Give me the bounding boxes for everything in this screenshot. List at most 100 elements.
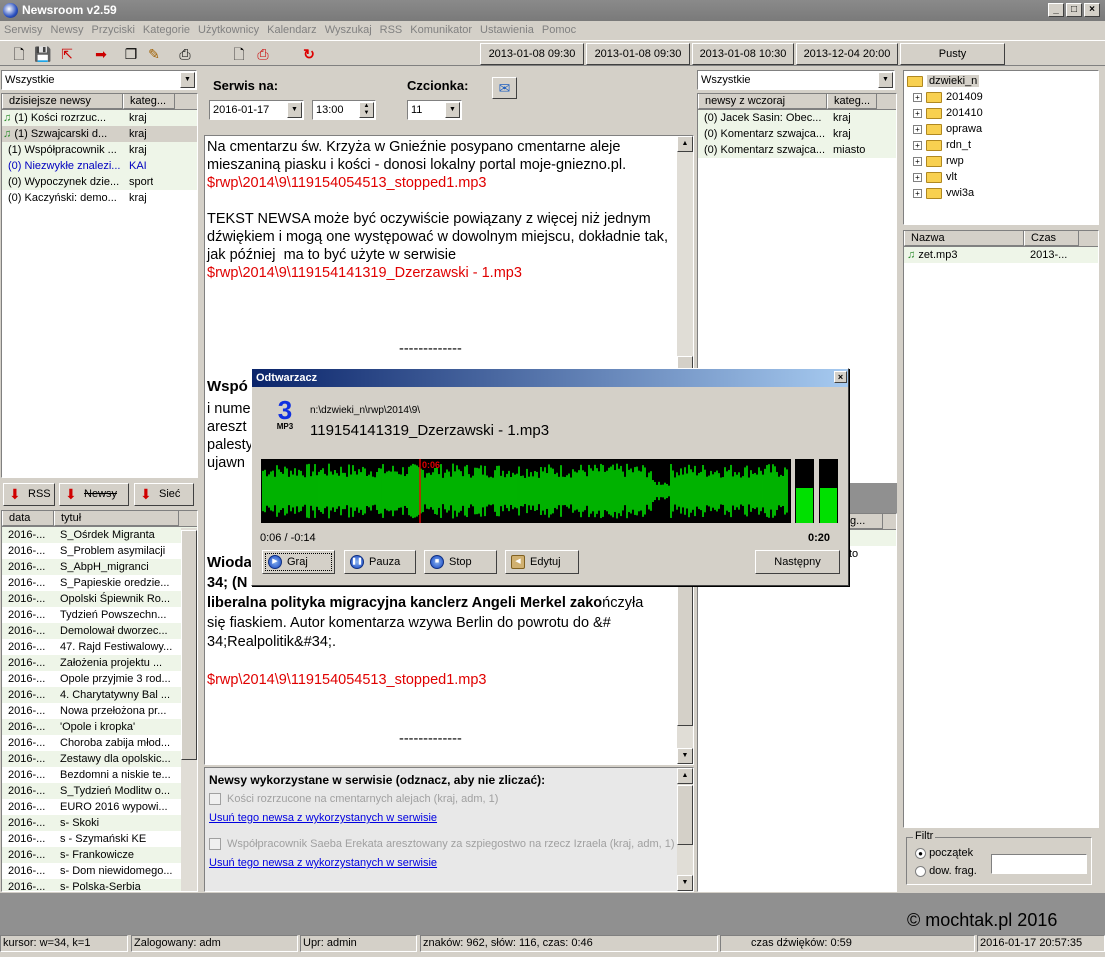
spin-icon[interactable]: ▲ ▼: [359, 102, 374, 118]
save-icon[interactable]: 💾: [34, 45, 52, 63]
scrollbar-thumb[interactable]: [181, 530, 197, 760]
table-row[interactable]: 2016-... 'Opole i kropka': [2, 719, 197, 735]
list-item[interactable]: (0) Jacek Sasin: Obec... kraj: [698, 110, 896, 126]
list-item[interactable]: (0) Komentarz szwajca... kraj: [698, 126, 896, 142]
col-right-lower-2[interactable]: g...: [843, 514, 883, 529]
radio-checked-icon[interactable]: ●: [915, 847, 926, 859]
close-button[interactable]: ×: [1084, 3, 1100, 17]
expand-icon[interactable]: +: [913, 92, 922, 102]
table-row[interactable]: 2016-... s- Skoki: [2, 815, 197, 831]
expand-icon[interactable]: +: [913, 124, 922, 134]
table-row[interactable]: 2016-... s- Dom niewidomego...: [2, 863, 197, 879]
stop-button[interactable]: ■ Stop: [424, 550, 497, 574]
menu-newsy[interactable]: Newsy: [47, 21, 88, 40]
sound-link-2[interactable]: $rwp\2014\9\119154141319_Dzerzawski - 1.…: [207, 264, 677, 282]
expand-icon[interactable]: +: [913, 108, 922, 118]
col-today-news[interactable]: dzisiejsze newsy: [2, 94, 123, 109]
tree-folder[interactable]: + rdn_t: [907, 137, 1098, 153]
col-yesterday-news[interactable]: newsy z wczoraj: [698, 94, 827, 109]
table-row[interactable]: 2016-... 4. Charytatywny Bal ...: [2, 687, 197, 703]
table-row[interactable]: 2016-... Nowa przełożona pr...: [2, 703, 197, 719]
table-row[interactable]: 2016-... S_Ośrdek Migranta: [2, 527, 197, 543]
chevron-down-icon[interactable]: ▼: [180, 72, 195, 88]
list-item[interactable]: (0) Kaczyński: demo... kraj: [2, 190, 197, 206]
chevron-down-icon[interactable]: ▼: [445, 102, 460, 118]
col-time[interactable]: Czas: [1024, 231, 1079, 246]
menu-pomoc[interactable]: Pomoc: [538, 21, 580, 40]
table-row[interactable]: 2016-... s - Szymański KE: [2, 831, 197, 847]
table-row[interactable]: 2016-... Zestawy dla opolskic...: [2, 751, 197, 767]
table-row[interactable]: 2016-... S_AbpH_migranci: [2, 559, 197, 575]
send-icon[interactable]: ➡: [92, 45, 110, 63]
used-news-checkbox[interactable]: [209, 793, 221, 806]
remove-used-link[interactable]: Usuń tego newsa z wykorzystanych w serwi…: [209, 857, 437, 869]
table-row[interactable]: 2016-... Założenia projektu ...: [2, 655, 197, 671]
table-row[interactable]: 2016-... Opolski Śpiewnik Ro...: [2, 591, 197, 607]
tree-folder[interactable]: + oprawa: [907, 121, 1098, 137]
email-icon[interactable]: ✉: [492, 77, 517, 99]
print-preview-icon[interactable]: ⎙: [254, 45, 272, 63]
col-date[interactable]: data: [2, 511, 54, 526]
menu-kalendarz[interactable]: Kalendarz: [263, 21, 321, 40]
table-row[interactable]: 2016-... Choroba zabija młod...: [2, 735, 197, 751]
maximize-button[interactable]: □: [1066, 3, 1082, 17]
sound-link-1[interactable]: $rwp\2014\9\119154054513_stopped1.mp3: [207, 174, 677, 192]
col-name[interactable]: Nazwa: [904, 231, 1024, 246]
table-row[interactable]: 2016-... Tydzień Powszechn...: [2, 607, 197, 623]
table-row[interactable]: 2016-... s- Frankowicze: [2, 847, 197, 863]
pause-button[interactable]: ❚❚ Pauza: [344, 550, 416, 574]
page-icon[interactable]: 🗋: [230, 45, 248, 63]
pencil-icon[interactable]: ✎: [145, 45, 163, 63]
slot-button-4[interactable]: 2013-12-04 20:00: [796, 43, 898, 65]
player-close-button[interactable]: ×: [834, 371, 847, 383]
slot-button-3[interactable]: 2013-01-08 10:30: [692, 43, 794, 65]
table-row[interactable]: 2016-... 47. Rajd Festiwalowy...: [2, 639, 197, 655]
used-news-checkbox[interactable]: [209, 838, 221, 851]
scroll-up-icon[interactable]: ▲: [677, 136, 693, 152]
menu-wyszukaj[interactable]: Wyszukaj: [321, 21, 376, 40]
tree-folder[interactable]: + vlt: [907, 169, 1098, 185]
left-filter-select[interactable]: Wszystkie ▼: [1, 70, 197, 90]
list-item[interactable]: ♫ (1) Szwajcarski d... kraj: [2, 126, 197, 142]
menu-uzytkownicy[interactable]: Użytkownicy: [194, 21, 263, 40]
new-document-icon[interactable]: 🗋: [10, 45, 28, 63]
table-row[interactable]: 2016-... S_Papieskie oredzie...: [2, 575, 197, 591]
table-row[interactable]: 2016-... S_Problem asymilacji: [2, 543, 197, 559]
table-row[interactable]: 2016-... EURO 2016 wypowi...: [2, 799, 197, 815]
filter-input[interactable]: [991, 854, 1087, 874]
radio-start[interactable]: ● początek: [915, 847, 973, 859]
play-button[interactable]: ▶ Graj: [262, 550, 335, 574]
chevron-down-icon[interactable]: ▼: [878, 72, 893, 88]
slot-button-1[interactable]: 2013-01-08 09:30: [480, 43, 584, 65]
time-spinner[interactable]: 13:00 ▲ ▼: [312, 100, 376, 120]
print-icon[interactable]: ⎙: [176, 45, 194, 63]
date-picker[interactable]: 2016-01-17 ▼: [209, 100, 304, 120]
menu-przyciski[interactable]: Przyciski: [88, 21, 139, 40]
menu-rss[interactable]: RSS: [376, 21, 407, 40]
tree-folder[interactable]: +201409: [907, 89, 1098, 105]
list-item[interactable]: (0) Komentarz szwajca... miasto: [698, 142, 896, 158]
scroll-up-icon[interactable]: ▲: [677, 768, 693, 784]
tree-root[interactable]: dzwieki_n: [907, 73, 1098, 89]
tree-folder[interactable]: +201410: [907, 105, 1098, 121]
scroll-down-icon[interactable]: ▼: [677, 875, 693, 891]
menu-kategorie[interactable]: Kategorie: [139, 21, 194, 40]
list-item[interactable]: ♫ (1) Kości rozrzuc... kraj: [2, 110, 197, 126]
table-row[interactable]: 2016-... s- Polska-Serbia: [2, 879, 197, 891]
tree-folder[interactable]: + vwi3a: [907, 185, 1098, 201]
tree-folder[interactable]: + rwp: [907, 153, 1098, 169]
expand-icon[interactable]: +: [913, 140, 922, 150]
refresh-icon[interactable]: ↻: [300, 45, 318, 63]
sound-link-3[interactable]: $rwp\2014\9\119154054513_stopped1.mp3: [207, 671, 677, 689]
font-size-select[interactable]: 11 ▼: [407, 100, 462, 120]
documents-icon[interactable]: ❐: [122, 45, 140, 63]
col-category[interactable]: kateg...: [123, 94, 175, 109]
slot-button-2[interactable]: 2013-01-08 09:30: [586, 43, 690, 65]
table-row[interactable]: 2016-... Bezdomni a niskie te...: [2, 767, 197, 783]
radio-fragment[interactable]: dow. frag.: [915, 865, 977, 877]
next-button[interactable]: Następny: [755, 550, 840, 574]
left-scrollbar[interactable]: [181, 528, 197, 891]
used-scrollbar[interactable]: ▲ ▼: [677, 768, 693, 891]
col-category[interactable]: kateg...: [827, 94, 877, 109]
expand-icon[interactable]: +: [913, 156, 922, 166]
